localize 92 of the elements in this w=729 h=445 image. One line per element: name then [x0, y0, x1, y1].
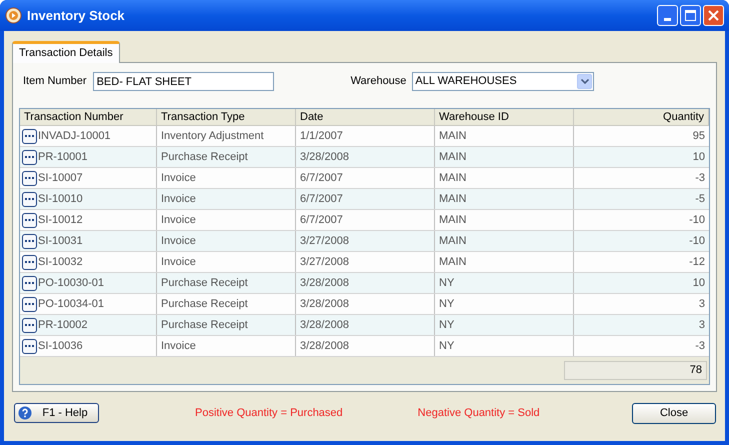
table-cell-text: -5 — [694, 192, 706, 207]
details-button[interactable] — [22, 212, 37, 228]
table-cell: MAIN — [435, 231, 574, 251]
table-cell: Purchase Receipt — [157, 294, 296, 314]
column-header[interactable]: Transaction Number — [20, 109, 157, 125]
table-cell: 3/28/2008 — [296, 294, 435, 314]
transaction-number: SI-10036 — [38, 338, 83, 354]
table-cell: NY — [435, 336, 574, 356]
table-cell: 3/28/2008 — [296, 273, 435, 293]
table-cell: Purchase Receipt — [157, 273, 296, 293]
details-button[interactable] — [22, 254, 37, 270]
minimize-icon — [664, 18, 671, 21]
close-button[interactable]: Close — [632, 402, 716, 424]
details-button[interactable] — [22, 192, 37, 206]
transaction-number: PR-10001 — [38, 150, 88, 165]
table-cell: 3/27/2008 — [296, 231, 435, 251]
tab[interactable]: Transaction Details — [12, 41, 120, 63]
transaction-number: SI-10010 — [38, 192, 83, 207]
table-cell: MAIN — [435, 147, 574, 167]
table-cell: Purchase Receipt — [157, 315, 296, 335]
table-cell: Purchase Receipt — [157, 147, 296, 167]
table-cell: 3/28/2008 — [296, 315, 435, 335]
close-window-button[interactable] — [703, 5, 724, 26]
transaction-number: SI-10012 — [38, 212, 83, 228]
table-cell: MAIN — [435, 126, 574, 146]
maximize-icon — [685, 10, 696, 21]
table-cell: Invoice — [157, 231, 296, 251]
table-cell: Inventory Adjustment — [157, 126, 296, 146]
details-button[interactable] — [22, 276, 37, 290]
table-cell: MAIN — [435, 168, 574, 188]
table-cell: 6/7/2007 — [296, 210, 435, 230]
table-cell: 6/7/2007 — [296, 168, 435, 188]
table-cell: MAIN — [435, 189, 574, 209]
table-cell: MAIN — [435, 252, 574, 272]
column-header[interactable]: Date — [296, 109, 435, 125]
table-cell-text: -12 — [688, 254, 706, 270]
table-cell-text: 10 — [692, 276, 706, 291]
transaction-number: PR-10002 — [38, 318, 88, 333]
transaction-number: SI-10031 — [38, 234, 83, 249]
transaction-number: PO-10030-01 — [38, 276, 104, 291]
details-button[interactable] — [22, 128, 37, 144]
table-cell-text: 3 — [698, 318, 706, 333]
transaction-number: SI-10032 — [38, 254, 83, 270]
dropdown-arrow-button[interactable] — [577, 74, 592, 89]
transaction-number: SI-10007 — [38, 170, 83, 186]
table-cell: 3/28/2008 — [296, 336, 435, 356]
transaction-number: INVADJ-10001 — [38, 128, 111, 144]
table-cell: NY — [435, 294, 574, 314]
transaction-number: PO-10034-01 — [38, 296, 104, 312]
table-cell-text: -3 — [694, 170, 706, 186]
table-cell-text: -10 — [688, 212, 706, 228]
table-cell: MAIN — [435, 210, 574, 230]
help-icon — [18, 406, 32, 420]
window-title: Inventory Stock — [27, 6, 125, 25]
caret-icon — [580, 79, 589, 84]
table-cell: NY — [435, 315, 574, 335]
details-button[interactable] — [22, 150, 37, 164]
field-label: Item Number — [23, 74, 87, 90]
field-label: Warehouse — [350, 74, 406, 90]
table-cell: Invoice — [157, 189, 296, 209]
legend-text: Negative Quantity = Sold — [418, 406, 540, 421]
column-header[interactable]: Transaction Type — [157, 109, 296, 125]
table-cell-text: 95 — [692, 128, 706, 144]
table-cell: Invoice — [157, 252, 296, 272]
table-cell: Invoice — [157, 336, 296, 356]
close-icon — [708, 10, 719, 21]
details-button[interactable] — [22, 318, 37, 332]
table-cell: 6/7/2007 — [296, 189, 435, 209]
app-icon — [5, 7, 22, 24]
table-cell: 3/28/2008 — [296, 147, 435, 167]
input-field[interactable]: BED- FLAT SHEET — [92, 72, 274, 91]
warehouse-dropdown[interactable]: ALL WAREHOUSES — [412, 72, 594, 91]
table-cell: Invoice — [157, 210, 296, 230]
table-cell-text: -10 — [688, 234, 706, 249]
column-header[interactable]: Warehouse ID — [435, 109, 574, 125]
table-cell: Invoice — [157, 168, 296, 188]
table-cell-text: 10 — [692, 150, 706, 165]
table-cell-text: -3 — [694, 338, 706, 354]
details-button[interactable] — [22, 338, 37, 354]
maximize-button[interactable] — [680, 5, 701, 26]
table-cell: 3/27/2008 — [296, 252, 435, 272]
table-cell: 1/1/2007 — [296, 126, 435, 146]
details-button[interactable] — [22, 234, 37, 248]
legend-text: Positive Quantity = Purchased — [195, 406, 343, 421]
column-header[interactable]: Quantity — [574, 109, 709, 125]
help-button[interactable]: F1 - Help — [14, 403, 99, 423]
table-cell: NY — [435, 273, 574, 293]
details-button[interactable] — [22, 170, 37, 186]
minimize-button[interactable] — [657, 5, 678, 26]
table-cell-text: 3 — [698, 296, 706, 312]
total-quantity: 78 — [564, 361, 707, 380]
details-button[interactable] — [22, 296, 37, 312]
